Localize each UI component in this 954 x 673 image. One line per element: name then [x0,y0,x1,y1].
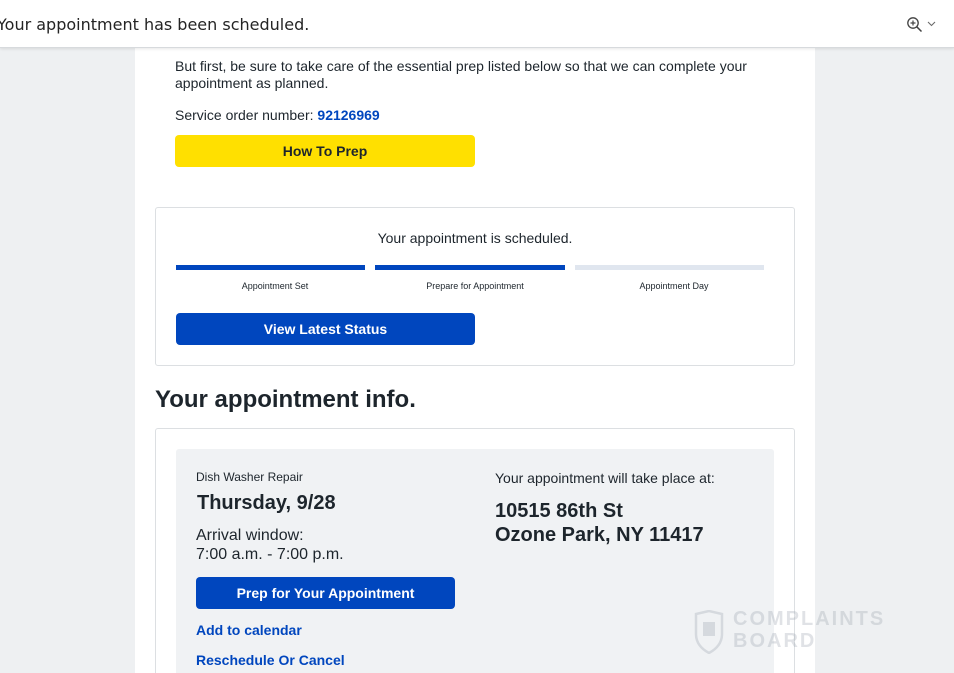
reschedule-or-cancel-link[interactable]: Reschedule Or Cancel [196,652,345,668]
zoom-in-icon [907,16,923,32]
email-header: Your appointment has been scheduled. [0,0,954,48]
status-message: Your appointment is scheduled. [377,230,573,246]
progress-label-prepare: Prepare for Appointment [426,281,524,291]
chevron-down-icon [927,21,936,27]
intro-text: But first, be sure to take care of the e… [175,58,747,91]
how-to-prep-button[interactable]: How To Prep [175,135,475,167]
appointment-date: Thursday, 9/28 [197,492,336,514]
progress-label-appointment-day: Appointment Day [639,281,709,291]
address-line-2: Ozone Park, NY 11417 [495,524,704,546]
shield-logo-icon [694,610,724,654]
watermark: COMPLAINTS BOARD [693,608,908,656]
appointment-location-label: Your appointment will take place at: [495,470,715,486]
service-order-label: Service order number: [175,107,318,123]
service-order-line: Service order number: 92126969 [175,107,380,123]
progress-step-1 [176,265,365,270]
service-order-number[interactable]: 92126969 [317,107,379,123]
progress-step-3 [575,265,764,270]
watermark-line-2: BOARD [733,630,817,652]
appointment-info-heading: Your appointment info. [155,386,416,413]
appointment-address: 10515 86th St Ozone Park, NY 11417 [495,499,704,547]
prep-for-appointment-button[interactable]: Prep for Your Appointment [196,577,455,609]
progress-step-2 [375,265,565,270]
email-subject: Your appointment has been scheduled. [0,15,310,34]
watermark-line-1: COMPLAINTS [733,608,886,630]
arrival-window: Arrival window: 7:00 a.m. - 7:00 p.m. [196,526,344,564]
address-line-1: 10515 86th St [495,500,623,522]
progress-label-appointment-set: Appointment Set [241,281,309,291]
service-type: Dish Washer Repair [196,470,303,484]
zoom-control[interactable] [906,14,936,34]
view-latest-status-button[interactable]: View Latest Status [176,313,475,345]
arrival-window-time: 7:00 a.m. - 7:00 p.m. [196,546,344,563]
add-to-calendar-link[interactable]: Add to calendar [196,622,302,638]
arrival-window-label: Arrival window: [196,527,304,544]
